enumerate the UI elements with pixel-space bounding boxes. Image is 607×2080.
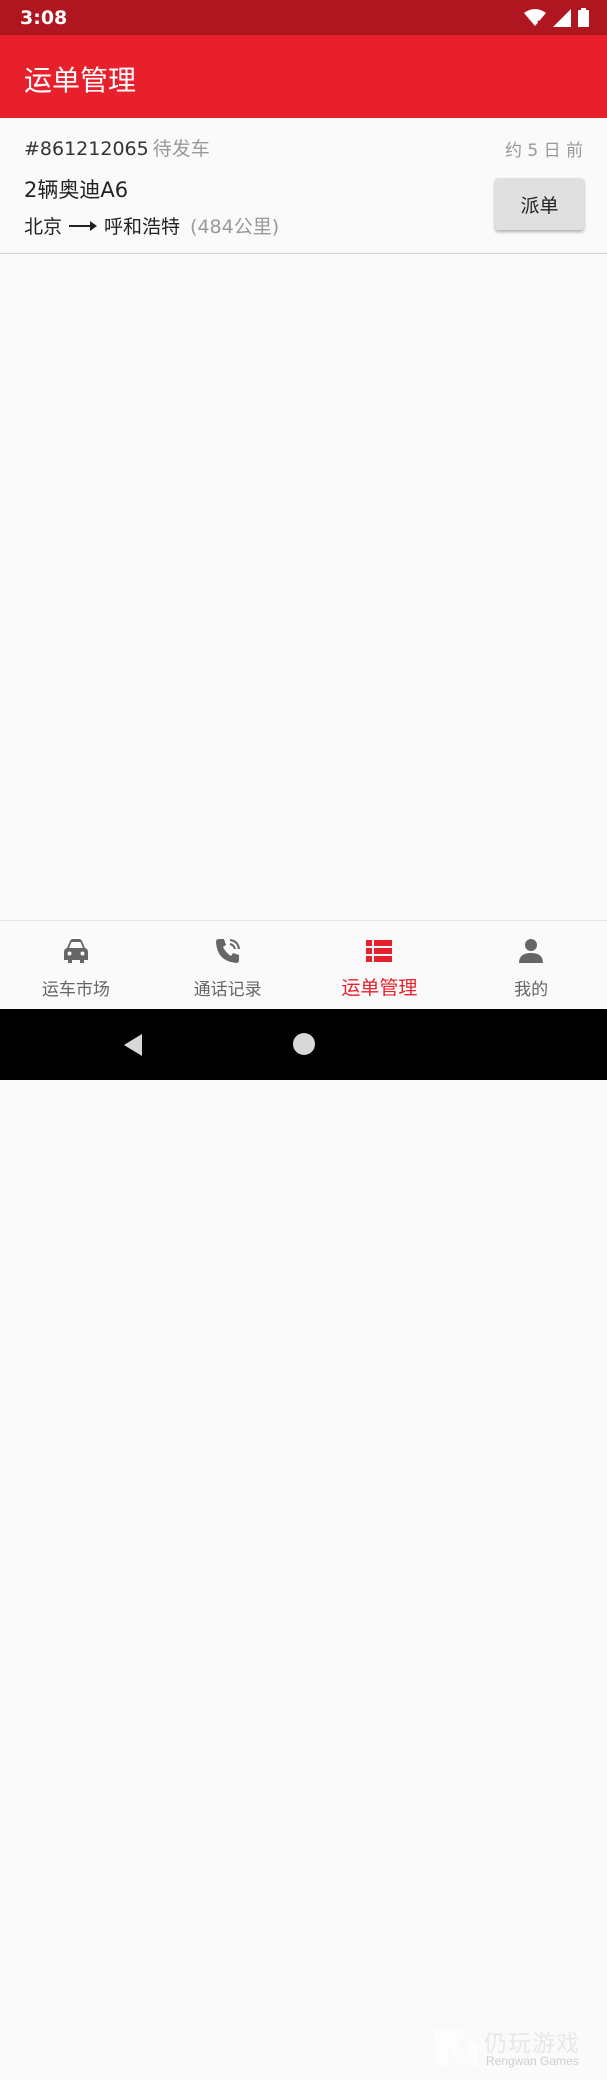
order-id-line: #861212065 待发车 <box>24 134 210 161</box>
bottom-nav: 运车市场 通话记录 运单管理 我的 <box>0 920 607 1010</box>
route-origin: 北京 <box>24 216 63 238</box>
nav-item-profile[interactable]: 我的 <box>455 921 607 1010</box>
order-card[interactable]: #861212065 待发车 约 5 日 前 2辆奥迪A6 北京 呼和浩特 (48… <box>0 118 607 254</box>
system-nav-bar: 仍玩游戏 Rengwan Games <box>0 1009 607 2068</box>
home-icon[interactable] <box>293 1033 315 1055</box>
back-icon[interactable] <box>122 1033 144 1057</box>
signal-icon <box>553 8 571 27</box>
arrow-right-icon <box>69 220 98 231</box>
status-time: 3:08 <box>20 7 68 29</box>
rengwan-logo-icon <box>434 2030 478 2066</box>
wifi-icon <box>524 8 546 27</box>
order-route: 北京 呼和浩特 (484公里) <box>24 212 279 239</box>
status-icons <box>524 8 589 27</box>
phone-call-icon <box>215 939 240 963</box>
list-icon <box>366 940 393 962</box>
nav-item-call-log[interactable]: 通话记录 <box>152 921 304 1010</box>
person-icon <box>519 939 544 963</box>
order-id: #861212065 <box>24 138 149 160</box>
car-icon <box>63 939 88 963</box>
nav-label-profile: 我的 <box>514 980 549 1000</box>
nav-item-market[interactable]: 运车市场 <box>0 921 152 1010</box>
app-bar: 运单管理 <box>0 35 607 118</box>
battery-icon <box>578 8 589 27</box>
nav-label-orders: 运单管理 <box>341 977 418 999</box>
nav-label-call-log: 通话记录 <box>193 980 262 1000</box>
dispatch-button[interactable]: 派单 <box>495 178 584 230</box>
route-destination: 呼和浩特 <box>104 216 181 238</box>
status-bar: 3:08 <box>0 0 607 35</box>
order-time: 约 5 日 前 <box>504 141 583 161</box>
route-distance: (484公里) <box>190 216 280 238</box>
watermark-subtitle: Rengwan Games <box>486 2054 579 2068</box>
order-vehicle: 2辆奥迪A6 <box>24 178 129 202</box>
nav-item-orders[interactable]: 运单管理 <box>304 921 456 1010</box>
watermark: 仍玩游戏 Rengwan Games <box>432 2020 602 2080</box>
order-status: 待发车 <box>152 138 210 160</box>
nav-label-market: 运车市场 <box>41 980 110 1000</box>
watermark-title: 仍玩游戏 <box>484 2031 580 2057</box>
page-title: 运单管理 <box>24 64 137 97</box>
